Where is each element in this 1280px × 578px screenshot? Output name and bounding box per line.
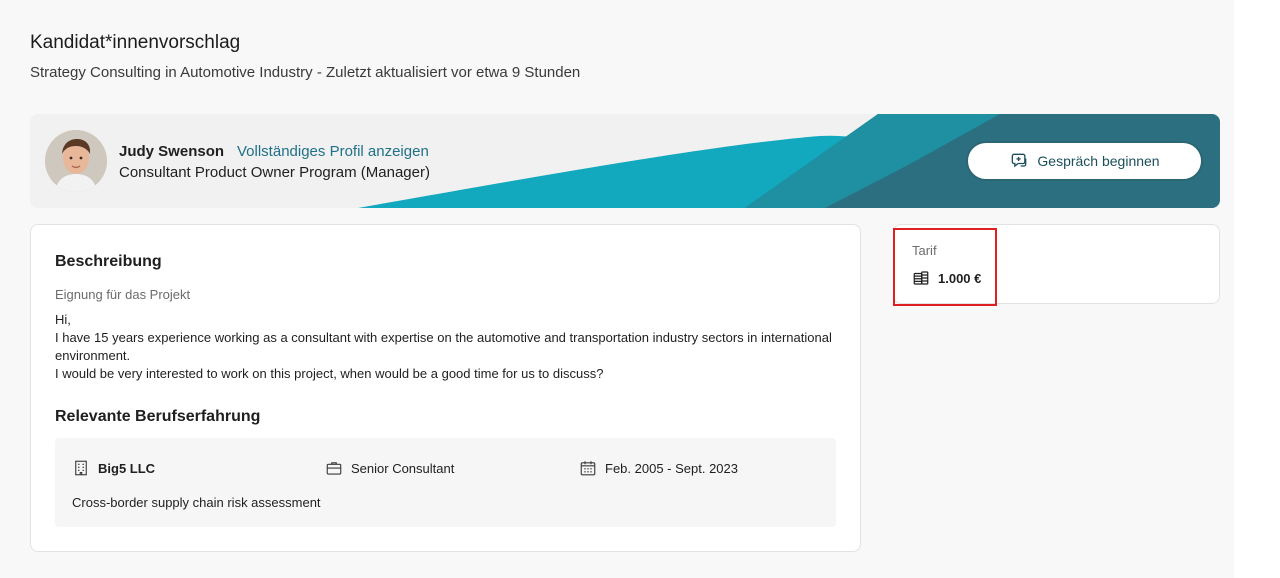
description-heading: Beschreibung — [55, 253, 162, 270]
full-profile-link[interactable]: Vollständiges Profil anzeigen — [237, 143, 429, 160]
highlight-box — [893, 228, 997, 306]
page-title: Kandidat*innenvorschlag — [30, 32, 241, 53]
suitability-label: Eignung für das Projekt — [55, 287, 191, 302]
motivation-line: I would be very interested to work on th… — [55, 366, 604, 381]
experience-description: Cross-border supply chain risk assessmen… — [72, 495, 321, 510]
experience-period: Feb. 2005 - Sept. 2023 — [579, 459, 738, 477]
start-conversation-button[interactable]: Gespräch beginnen — [966, 141, 1203, 181]
calendar-icon — [580, 461, 596, 476]
role-title: Senior Consultant — [351, 460, 455, 476]
experience-heading: Relevante Berufserfahrung — [55, 408, 261, 425]
experience-role: Senior Consultant — [325, 459, 454, 477]
description-card: Beschreibung Eignung für das Projekt Hi,… — [30, 224, 861, 552]
experience-entry: Big5 LLC Senior Consultant Feb. 2005 - S… — [55, 438, 836, 527]
motivation-line: I have 15 years experience working as a … — [55, 330, 832, 363]
building-icon — [75, 460, 87, 476]
start-conversation-label: Gespräch beginnen — [1037, 153, 1160, 169]
motivation-line: Hi, — [55, 312, 71, 327]
period-dates: Feb. 2005 - Sept. 2023 — [605, 460, 738, 476]
experience-company: Big5 LLC — [72, 459, 155, 477]
briefcase-icon — [326, 462, 342, 475]
motivation-text: Hi, I have 15 years experience working a… — [55, 311, 845, 383]
candidate-role: Consultant Product Owner Program (Manage… — [119, 164, 430, 181]
page-subtitle: Strategy Consulting in Automotive Indust… — [30, 64, 581, 81]
candidate-name: Judy Swenson — [119, 143, 225, 160]
candidate-banner: Judy Swenson Vollständiges Profil anzeig… — [30, 114, 1220, 208]
company-name: Big5 LLC — [98, 460, 156, 476]
chat-plus-icon — [1012, 153, 1027, 168]
avatar — [45, 130, 107, 192]
